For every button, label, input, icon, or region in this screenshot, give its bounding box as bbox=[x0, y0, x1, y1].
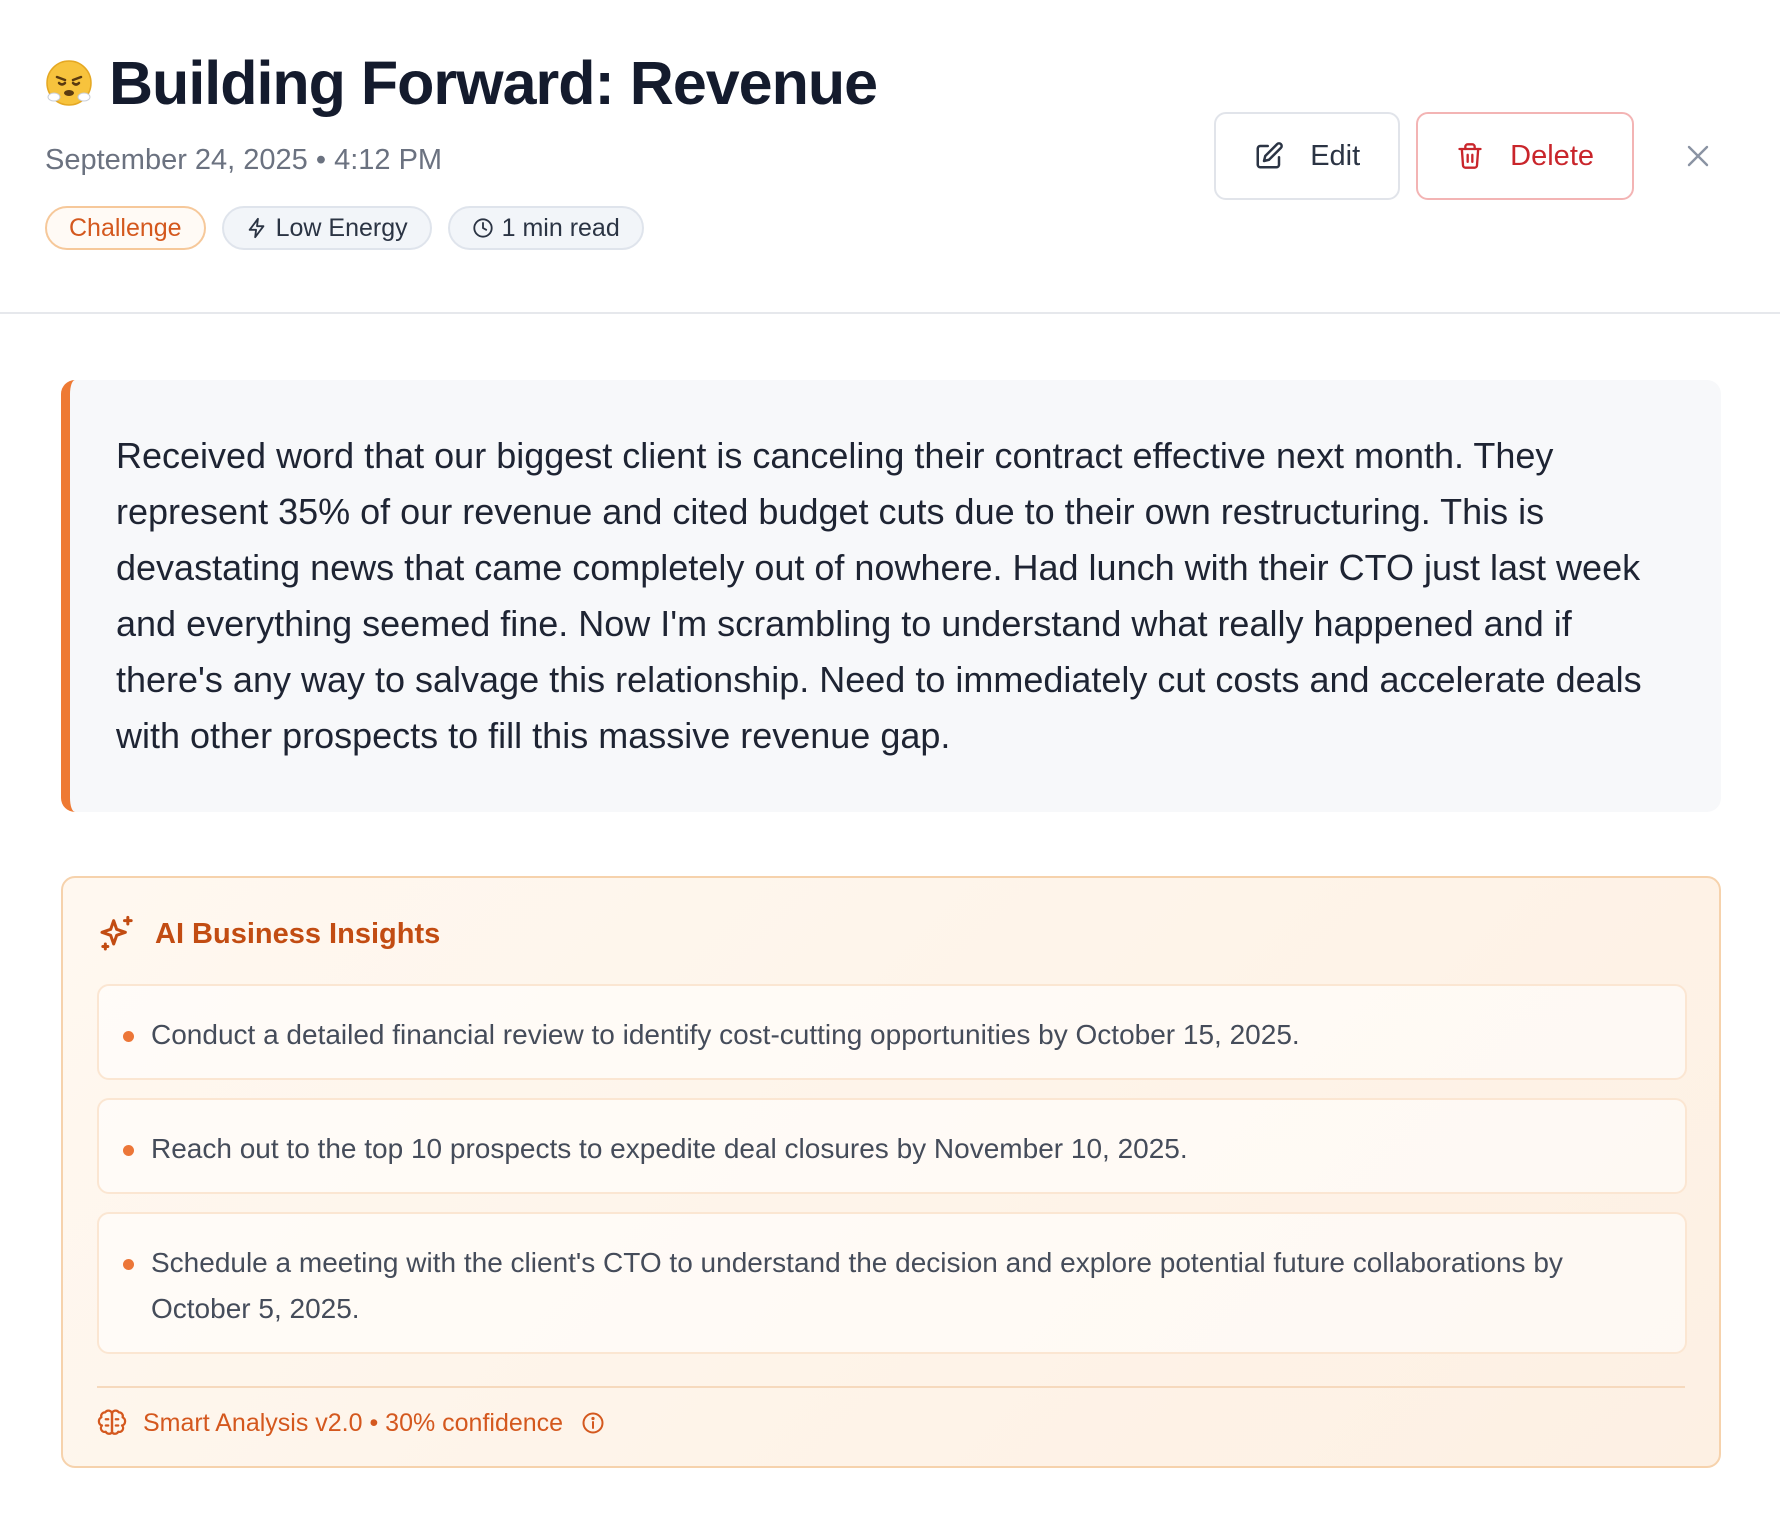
delete-button-label: Delete bbox=[1510, 139, 1594, 172]
tag-read-time-label: 1 min read bbox=[501, 213, 620, 242]
tag-category: Challenge bbox=[45, 206, 206, 250]
close-button[interactable] bbox=[1678, 136, 1718, 176]
insights-header: AI Business Insights bbox=[97, 914, 440, 954]
tag-category-label: Challenge bbox=[69, 213, 182, 242]
entry-detail-modal: Building Forward: Revenue September 24, … bbox=[0, 0, 1780, 1532]
entry-body-card: Received word that our biggest client is… bbox=[61, 380, 1721, 812]
insights-footer: Smart Analysis v2.0 • 30% confidence bbox=[97, 1408, 605, 1438]
clock-icon bbox=[473, 218, 493, 238]
edit-button[interactable]: Edit bbox=[1214, 112, 1401, 200]
ai-insights-panel: AI Business Insights Conduct a detailed … bbox=[61, 876, 1721, 1468]
info-icon[interactable] bbox=[581, 1411, 605, 1435]
delete-button[interactable]: Delete bbox=[1416, 112, 1634, 200]
insights-divider bbox=[97, 1386, 1685, 1388]
insight-text: Schedule a meeting with the client's CTO… bbox=[151, 1247, 1563, 1324]
entry-time: 4:12 PM bbox=[334, 144, 443, 176]
tag-read-time: 1 min read bbox=[447, 206, 644, 250]
insight-item: Reach out to the top 10 prospects to exp… bbox=[97, 1098, 1687, 1194]
tag-energy-label: Low Energy bbox=[275, 213, 408, 242]
lightning-icon bbox=[248, 217, 264, 239]
entry-title: Building Forward: Revenue bbox=[109, 49, 878, 117]
entry-timestamp: September 24, 2025 • 4:12 PM bbox=[45, 144, 442, 177]
close-icon bbox=[1687, 145, 1709, 167]
tag-energy: Low Energy bbox=[221, 206, 432, 250]
meta-separator: • bbox=[315, 144, 327, 176]
edit-button-label: Edit bbox=[1310, 139, 1361, 172]
title-row: Building Forward: Revenue bbox=[45, 48, 878, 118]
entry-date: September 24, 2025 bbox=[45, 144, 308, 176]
frustrated-face-emoji-icon bbox=[46, 60, 92, 106]
insight-text: Reach out to the top 10 prospects to exp… bbox=[151, 1133, 1188, 1164]
entry-header: Building Forward: Revenue September 24, … bbox=[0, 0, 1780, 314]
insight-item: Schedule a meeting with the client's CTO… bbox=[97, 1212, 1687, 1354]
insights-footer-text: Smart Analysis v2.0 • 30% confidence bbox=[143, 1408, 564, 1437]
entry-tags: Challenge Low Energy 1 min read bbox=[45, 206, 644, 250]
insight-item: Conduct a detailed financial review to i… bbox=[97, 984, 1687, 1080]
bullet-dot bbox=[123, 1259, 134, 1270]
insights-title: AI Business Insights bbox=[155, 917, 441, 950]
bullet-dot bbox=[123, 1031, 134, 1042]
sparkles-icon bbox=[100, 915, 133, 951]
brain-icon bbox=[97, 1409, 127, 1435]
entry-body-text: Received word that our biggest client is… bbox=[116, 435, 1642, 756]
bullet-dot bbox=[123, 1145, 134, 1156]
entry-actions: Edit Delete bbox=[1214, 112, 1634, 200]
trash-icon bbox=[1458, 143, 1482, 169]
edit-pencil-icon bbox=[1256, 142, 1284, 169]
insight-text: Conduct a detailed financial review to i… bbox=[151, 1019, 1300, 1050]
